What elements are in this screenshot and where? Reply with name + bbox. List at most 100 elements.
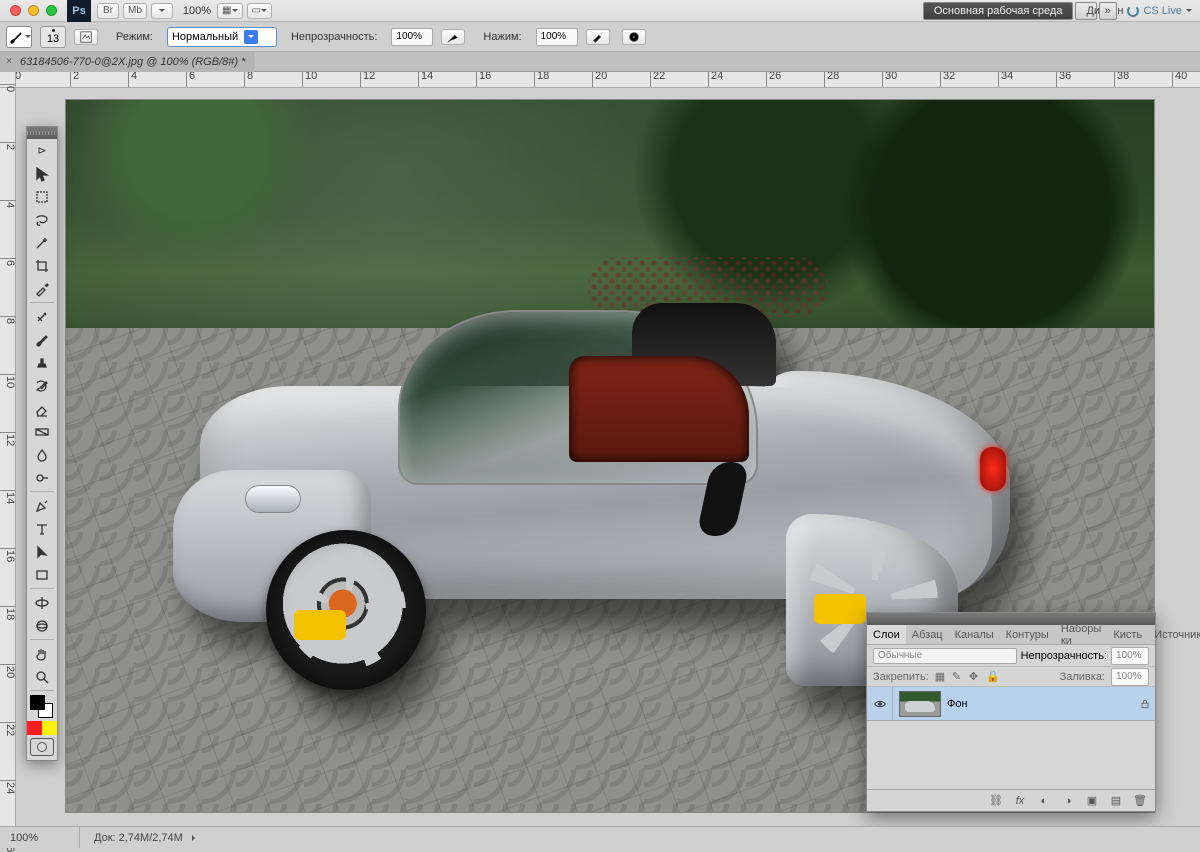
collapse-arrows-icon[interactable]: ⊳ <box>27 139 57 162</box>
flow-input[interactable]: 100% <box>536 28 578 46</box>
ruler-v-tick: 6 <box>0 258 16 266</box>
flow-label: Нажим: <box>477 31 527 43</box>
blur-tool[interactable] <box>27 443 57 466</box>
brush-size-picker[interactable]: 13 <box>40 26 66 48</box>
layer-mask-button[interactable]: ◐ <box>1037 794 1051 808</box>
lock-image-icon[interactable]: ✎ <box>952 670 966 684</box>
current-tool-preset[interactable] <box>6 26 32 48</box>
path-selection-tool[interactable] <box>27 540 57 563</box>
swatch-a[interactable] <box>27 721 42 735</box>
layer-thumbnail[interactable] <box>899 691 941 717</box>
zoom-window-button[interactable] <box>46 5 57 16</box>
arrange-documents-button[interactable]: ▦ <box>217 3 242 19</box>
3d-orbit-tool[interactable] <box>27 614 57 637</box>
link-layers-button[interactable]: ⛓ <box>989 794 1003 808</box>
zoom-level-readout[interactable]: 100% <box>177 5 217 17</box>
pen-tool[interactable] <box>27 494 57 517</box>
crop-tool[interactable] <box>27 254 57 277</box>
delete-layer-button[interactable]: 🗑 <box>1133 794 1147 808</box>
lock-transparency-icon[interactable]: ▦ <box>935 670 949 684</box>
close-tab-icon[interactable]: × <box>6 56 12 67</box>
brush-panel-toggle[interactable] <box>74 29 98 45</box>
tab-paths[interactable]: Контуры <box>1000 625 1055 644</box>
blend-mode-select[interactable]: Нормальный <box>167 27 277 47</box>
ruler-h-tick: 34 <box>998 72 1013 88</box>
close-window-button[interactable] <box>10 5 21 16</box>
layer-fill-input[interactable]: 100% <box>1111 668 1149 686</box>
workspace-tab-main[interactable]: Основная рабочая среда <box>923 2 1074 20</box>
type-tool[interactable] <box>27 517 57 540</box>
layer-group-button[interactable]: ▣ <box>1085 794 1099 808</box>
airbrush-toggle[interactable] <box>586 29 610 45</box>
magic-wand-tool[interactable] <box>27 231 57 254</box>
healing-brush-tool[interactable] <box>27 305 57 328</box>
minibridge-button[interactable]: Mb <box>123 3 147 19</box>
status-zoom[interactable]: 100% <box>0 827 80 848</box>
toolbox-drag-handle[interactable] <box>27 127 57 139</box>
layers-panel-drag-handle[interactable] <box>867 613 1155 625</box>
ruler-h-tick: 12 <box>360 72 375 88</box>
eraser-tool[interactable] <box>27 397 57 420</box>
tab-brush-presets[interactable]: Наборы ки <box>1055 625 1108 644</box>
tab-layers[interactable]: Слои <box>867 625 906 644</box>
fill-label: Заливка: <box>1060 671 1105 683</box>
ruler-v-tick: 18 <box>0 606 16 620</box>
ruler-h-tick: 4 <box>128 72 137 88</box>
gradient-tool[interactable] <box>27 420 57 443</box>
ruler-vertical[interactable]: 02468101214161820222426 <box>0 88 16 826</box>
layers-panel: Слои Абзац Каналы Контуры Наборы ки Кист… <box>866 612 1156 812</box>
color-swatches[interactable] <box>27 693 57 721</box>
layer-style-button[interactable]: fx <box>1013 794 1027 808</box>
cs-live-button[interactable]: CS Live <box>1119 5 1200 17</box>
swatch-b[interactable] <box>42 721 57 735</box>
tab-clone-source[interactable]: Источник <box>1148 625 1200 644</box>
foreground-color-swatch[interactable] <box>30 695 45 710</box>
layer-visibility-toggle[interactable] <box>867 687 893 720</box>
ruler-h-tick: 14 <box>418 72 433 88</box>
shape-tool[interactable] <box>27 563 57 586</box>
options-bar: 13 Режим: Нормальный Непрозрачность: 100… <box>0 22 1200 52</box>
tablet-pressure-size-toggle[interactable] <box>622 29 646 45</box>
eyedropper-tool[interactable] <box>27 277 57 300</box>
layer-blend-mode-select[interactable]: Обычные <box>873 648 1017 664</box>
tab-channels[interactable]: Каналы <box>949 625 1000 644</box>
history-brush-tool[interactable] <box>27 374 57 397</box>
move-tool[interactable] <box>27 162 57 185</box>
bridge-button[interactable]: Br <box>97 3 119 19</box>
minimize-window-button[interactable] <box>28 5 39 16</box>
new-layer-button[interactable]: ▤ <box>1109 794 1123 808</box>
zoom-tool[interactable] <box>27 665 57 688</box>
brush-tool[interactable] <box>27 328 57 351</box>
lasso-tool[interactable] <box>27 208 57 231</box>
3d-rotate-tool[interactable] <box>27 591 57 614</box>
opacity-input[interactable]: 100% <box>391 28 433 46</box>
dodge-tool[interactable] <box>27 466 57 489</box>
workspace-more-button[interactable]: » <box>1099 2 1117 20</box>
tab-brush[interactable]: Кисть <box>1107 625 1148 644</box>
clone-stamp-tool[interactable] <box>27 351 57 374</box>
ruler-v-tick: 0 <box>0 84 16 92</box>
screen-mode-button[interactable]: ▭ <box>247 3 272 19</box>
lock-all-icon[interactable]: 🔒 <box>986 670 1000 684</box>
adjustment-layer-button[interactable]: ◑ <box>1061 794 1075 808</box>
layer-row[interactable]: Фон <box>867 687 1155 721</box>
ruler-v-tick: 4 <box>0 200 16 208</box>
opacity-pressure-toggle[interactable] <box>441 29 465 45</box>
tab-paragraph[interactable]: Абзац <box>906 625 949 644</box>
document-tab[interactable]: × 63184506-770-0@2X.jpg @ 100% (RGB/8#) … <box>0 52 255 72</box>
lock-position-icon[interactable]: ✥ <box>969 670 983 684</box>
ruler-h-tick: 38 <box>1114 72 1129 88</box>
quick-mask-toggle[interactable] <box>30 738 54 756</box>
ruler-v-tick: 24 <box>0 780 16 794</box>
layer-name[interactable]: Фон <box>947 698 1135 710</box>
ruler-h-tick: 40 <box>1172 72 1187 88</box>
layer-opacity-input[interactable]: 100% <box>1111 647 1149 665</box>
status-doc-label: Док: <box>94 832 116 844</box>
workspace-tab-design[interactable]: Дизайн <box>1075 2 1097 20</box>
hand-tool[interactable] <box>27 642 57 665</box>
view-extras-button[interactable] <box>151 3 173 19</box>
ruler-horizontal[interactable]: 0246810121416182022242628303234363840 <box>16 72 1200 88</box>
status-doc-size[interactable]: Док: 2,74M/2,74M <box>80 832 212 844</box>
layer-list: Фон <box>867 687 1155 789</box>
marquee-tool[interactable] <box>27 185 57 208</box>
